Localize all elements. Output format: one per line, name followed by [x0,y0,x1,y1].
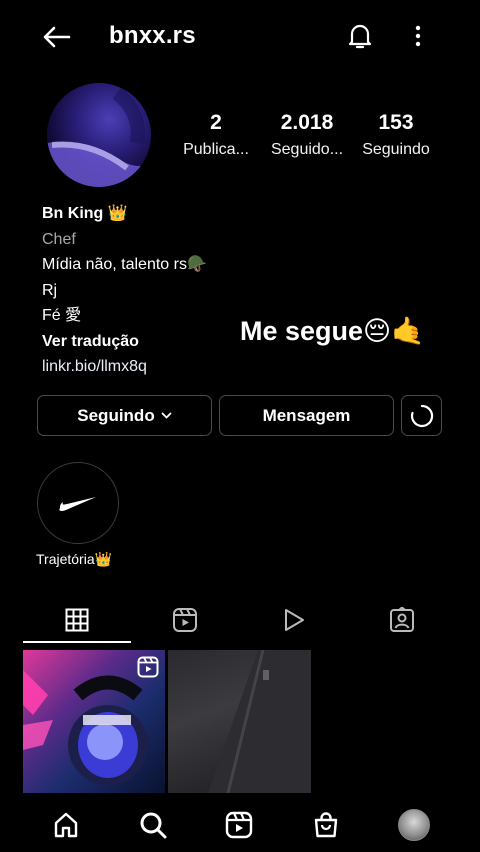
following-count[interactable]: 153 Seguindo [354,111,438,159]
loading-spinner-icon [410,404,434,428]
back-arrow-icon[interactable] [36,20,76,54]
posts-count[interactable]: 2 Publica... [176,111,256,159]
bio-line: Rj [42,281,58,299]
followers-count-label: Seguido... [270,141,344,158]
reels-icon [172,607,198,633]
following-count-label: Seguindo [362,141,430,158]
highlight-label: Trajetória👑 [36,551,113,567]
profile-avatar-small [398,809,430,841]
suggested-accounts-button[interactable] [401,395,442,436]
bio-link[interactable]: linkr.bio/llmx8q [42,354,422,380]
story-highlight[interactable] [37,462,119,544]
profile-tabs [0,596,480,646]
tab-tagged[interactable] [342,596,462,644]
followers-count[interactable]: 2.018 Seguido... [264,111,350,159]
nav-shop[interactable] [302,803,350,847]
tab-videos[interactable] [234,596,354,644]
bell-icon[interactable] [342,18,378,54]
overlay-caption: Me segue😔🤙 [240,316,425,346]
following-button[interactable]: Seguindo [37,395,212,436]
tab-reels[interactable] [125,596,245,644]
tagged-icon [389,607,415,633]
profile-avatar[interactable] [47,83,151,187]
reels-icon [225,811,253,839]
tab-grid[interactable] [17,596,137,644]
posts-count-value: 2 [210,111,222,134]
following-button-label: Seguindo [77,405,155,425]
post-thumbnail[interactable] [168,650,311,793]
profile-username: bnxx.rs [109,22,196,49]
post-thumbnail[interactable] [23,650,165,793]
home-icon [52,811,80,839]
top-bar: bnxx.rs [0,0,480,72]
profile-category: Chef [42,230,76,248]
search-icon [139,811,167,839]
chevron-down-icon [161,412,172,420]
nav-profile[interactable] [390,803,438,847]
nav-reels[interactable] [215,803,263,847]
posts-grid [23,650,457,793]
bio-line: Mídia não, talento rs🪖 [42,256,207,273]
message-button[interactable]: Mensagem [219,395,394,436]
nav-search[interactable] [129,803,177,847]
bottom-navigation [0,797,480,852]
message-button-label: Mensagem [262,405,351,425]
active-tab-indicator [23,641,131,643]
more-vertical-icon[interactable] [404,18,432,54]
nav-home[interactable] [42,803,90,847]
followers-count-value: 2.018 [280,111,334,134]
reel-badge-icon [137,656,159,678]
following-count-value: 153 [378,111,414,134]
profile-bio: Bn King 👑 Chef Mídia não, talento rs🪖 Rj… [42,201,422,380]
grid-icon [65,608,89,632]
posts-count-label: Publica... [183,141,249,158]
play-icon [282,607,306,633]
display-name: Bn King 👑 [42,205,128,222]
shop-icon [312,811,340,839]
nike-swoosh-icon [42,467,114,539]
